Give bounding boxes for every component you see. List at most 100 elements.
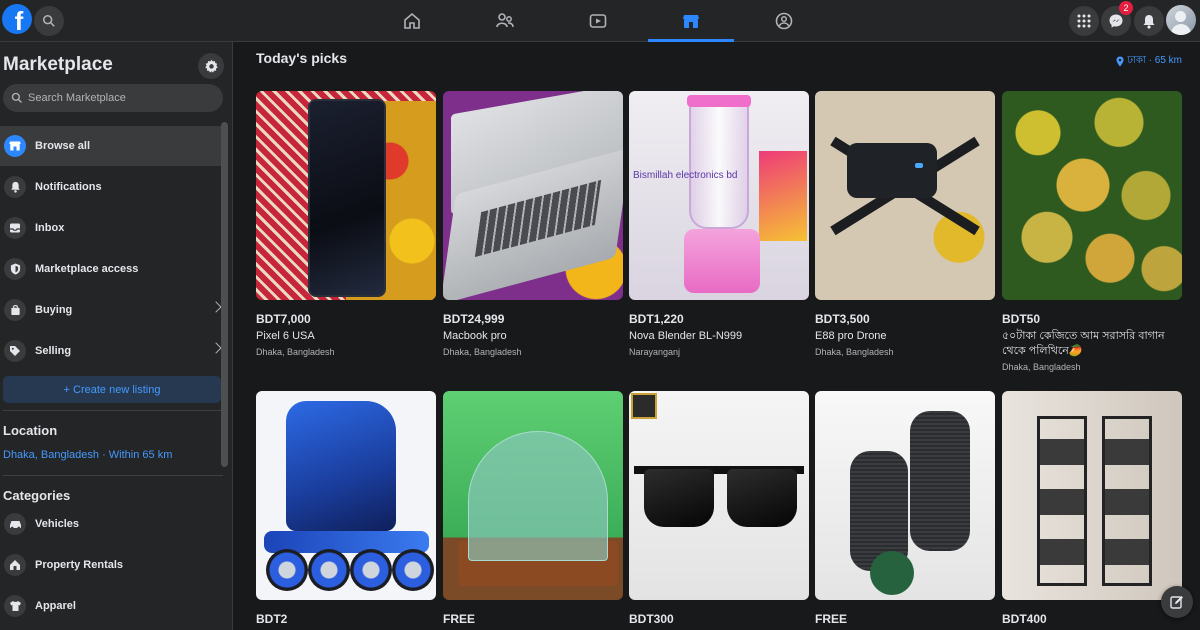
- nav-home-button[interactable]: [399, 8, 425, 34]
- listing-title: Pixel 6 USA: [256, 330, 315, 342]
- sidebar-item-browse-all[interactable]: Browse all: [0, 126, 228, 166]
- new-message-button[interactable]: [1161, 586, 1193, 618]
- listing-card-blender[interactable]: Bismillah electronics bd BDT1,220 Nova B…: [629, 91, 809, 357]
- divider: [3, 475, 223, 476]
- video-icon: [589, 14, 607, 28]
- listing-card-pixel-6[interactable]: BDT7,000 Pixel 6 USA Dhaka, Bangladesh: [256, 91, 436, 357]
- sidebar-item-buying[interactable]: Buying: [0, 290, 228, 330]
- sidebar-item-label: Notifications: [35, 181, 102, 193]
- sidebar-item-selling[interactable]: Selling: [0, 331, 228, 371]
- shield-icon: [4, 258, 26, 280]
- shopping-bag-icon: [4, 299, 26, 321]
- nav-groups-button[interactable]: [771, 8, 797, 34]
- listing-card-drone[interactable]: BDT3,500 E88 pro Drone Dhaka, Bangladesh: [815, 91, 995, 357]
- grid-menu-icon: [1077, 14, 1091, 28]
- listing-price: FREE: [443, 612, 476, 626]
- nav-friends-button[interactable]: [492, 8, 518, 34]
- storefront-icon: [4, 135, 26, 157]
- listing-title: ৫০টাকা কেজিতে আম সরাসরি বাগান থেকে পলিথি…: [1002, 330, 1165, 357]
- gear-icon: [204, 59, 218, 73]
- listing-price: BDT50: [1002, 312, 1041, 326]
- category-apparel[interactable]: Apparel: [0, 586, 228, 626]
- listing-card-skates[interactable]: BDT2: [256, 391, 436, 626]
- listing-price: BDT2: [256, 612, 288, 626]
- car-icon: [4, 513, 26, 535]
- listing-title: Nova Blender BL-N999: [629, 330, 743, 342]
- location-filter-link[interactable]: Dhaka, Bangladesh · Within 65 km: [3, 449, 172, 461]
- sidebar-item-label: Selling: [35, 345, 72, 357]
- sidebar-item-inbox[interactable]: Inbox: [0, 208, 228, 248]
- category-label: Apparel: [35, 600, 76, 612]
- listing-card-sunglasses[interactable]: BDT300: [629, 391, 809, 626]
- sidebar-item-label: Marketplace access: [35, 263, 139, 275]
- tag-icon: [4, 340, 26, 362]
- listing-location: Dhaka, Bangladesh: [815, 347, 894, 357]
- settings-button[interactable]: [198, 53, 224, 79]
- shirt-icon: [4, 595, 26, 617]
- top-bar: f 2: [0, 0, 1200, 42]
- search-marketplace-field[interactable]: [3, 84, 223, 112]
- location-pin-icon: [1116, 56, 1124, 67]
- sidebar: Marketplace Browse all Notifications Inb…: [0, 42, 233, 630]
- menu-button[interactable]: [1069, 6, 1099, 36]
- home-icon: [404, 12, 420, 29]
- listing-image[interactable]: [815, 91, 995, 300]
- location-filter-button[interactable]: ঢাকা · 65 km: [1116, 53, 1182, 70]
- profile-avatar[interactable]: [1166, 5, 1196, 35]
- sidebar-item-label: Inbox: [35, 222, 65, 234]
- divider: [3, 410, 223, 411]
- notifications-button[interactable]: [1134, 6, 1164, 36]
- facebook-logo-icon[interactable]: f: [2, 4, 32, 34]
- listing-card-speaker[interactable]: FREE: [815, 391, 995, 626]
- listing-image[interactable]: [256, 91, 436, 300]
- category-vehicles[interactable]: Vehicles: [0, 504, 228, 544]
- messenger-icon: [1109, 14, 1123, 28]
- sidebar-item-label: Buying: [35, 304, 73, 316]
- listing-title: E88 pro Drone: [815, 330, 887, 342]
- category-property-rentals[interactable]: Property Rentals: [0, 545, 228, 585]
- groups-icon: [775, 12, 793, 30]
- listing-card-mosquito-net[interactable]: FREE: [443, 391, 623, 626]
- create-new-listing-button[interactable]: + Create new listing: [3, 376, 221, 403]
- bell-icon: [4, 176, 26, 198]
- house-icon: [4, 554, 26, 576]
- listing-image[interactable]: Bismillah electronics bd: [629, 91, 809, 300]
- chevron-right-icon: [210, 342, 222, 354]
- listing-image[interactable]: [443, 91, 623, 300]
- listing-image[interactable]: [629, 391, 809, 600]
- sidebar-title: Marketplace: [3, 54, 113, 75]
- nav-watch-button[interactable]: [585, 8, 611, 34]
- sidebar-item-label: Browse all: [35, 140, 91, 152]
- listing-card-rack[interactable]: BDT400: [1002, 391, 1182, 626]
- location-label: ঢাকা · 65 km: [1127, 55, 1182, 66]
- listing-image[interactable]: [1002, 391, 1182, 600]
- listing-price: BDT7,000: [256, 312, 311, 326]
- listing-image[interactable]: [815, 391, 995, 600]
- search-icon: [42, 14, 55, 27]
- section-title: Today's picks: [256, 50, 347, 66]
- messenger-badge: 2: [1119, 1, 1133, 15]
- storefront-icon: [683, 15, 699, 28]
- categories-heading: Categories: [3, 488, 71, 503]
- listing-price: BDT400: [1002, 612, 1047, 626]
- search-icon: [11, 92, 22, 103]
- search-button[interactable]: [34, 6, 64, 36]
- listing-price: BDT300: [629, 612, 674, 626]
- listing-location: Narayanganj: [629, 347, 681, 357]
- active-tab-indicator: [648, 39, 734, 42]
- listing-price: BDT24,999: [443, 312, 505, 326]
- listing-image[interactable]: [443, 391, 623, 600]
- listing-card-macbook[interactable]: BDT24,999 Macbook pro Dhaka, Bangladesh: [443, 91, 623, 357]
- listing-image[interactable]: [1002, 91, 1182, 300]
- chevron-right-icon: [210, 301, 222, 313]
- inbox-icon: [4, 217, 26, 239]
- sidebar-item-notifications[interactable]: Notifications: [0, 167, 228, 207]
- listing-image[interactable]: [256, 391, 436, 600]
- bell-icon: [1143, 14, 1155, 29]
- sidebar-item-marketplace-access[interactable]: Marketplace access: [0, 249, 228, 289]
- sidebar-scrollbar[interactable]: [221, 122, 228, 467]
- listing-card-mango[interactable]: BDT50 ৫০টাকা কেজিতে আম সরাসরি বাগান থেকে…: [1002, 91, 1182, 372]
- nav-marketplace-button[interactable]: [678, 8, 704, 34]
- location-heading: Location: [3, 423, 58, 438]
- search-input[interactable]: [28, 92, 208, 104]
